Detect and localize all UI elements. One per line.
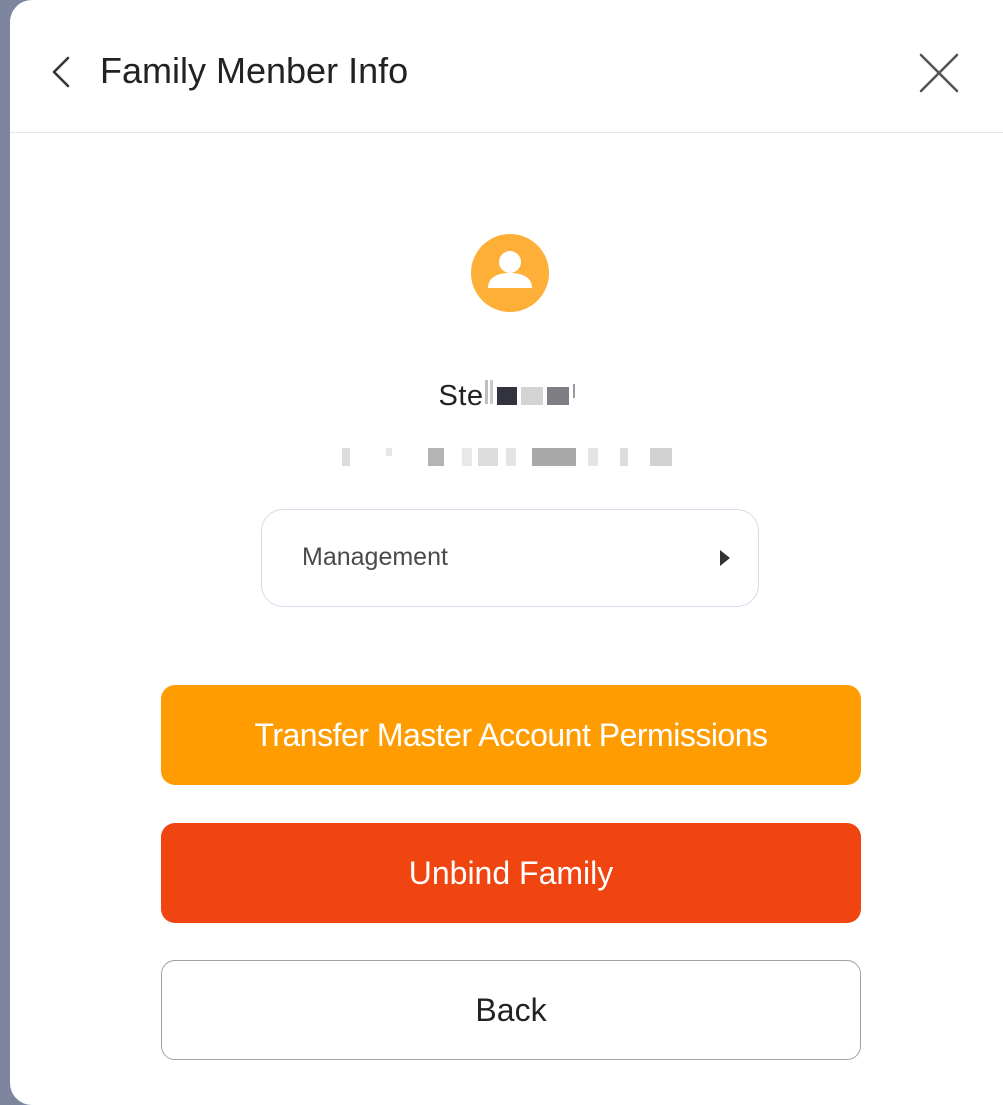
close-icon[interactable] [917,51,961,95]
page-title: Family Menber Info [100,50,409,91]
name-redaction [496,387,517,405]
email-redaction [477,448,498,466]
member-info-dialog: Family Menber Info Ste Management Transf… [10,0,1003,1105]
email-redaction [531,448,576,466]
user-avatar-icon [471,234,549,312]
email-redaction [649,448,672,466]
management-label: Management [302,543,448,571]
member-email [10,442,1003,472]
caret-right-icon [720,550,730,566]
chevron-left-icon[interactable] [42,52,82,92]
name-redaction [546,387,569,405]
name-redaction [489,380,493,404]
dialog-header: Family Menber Info [10,0,1003,133]
email-redaction [427,448,444,466]
email-redaction [505,448,516,466]
name-redaction [520,387,543,405]
email-redaction [341,448,350,466]
member-name-text: Ste [438,379,484,412]
email-redaction [461,448,472,466]
management-row[interactable]: Management [261,509,759,607]
name-redaction [572,384,575,398]
email-redaction [619,448,628,466]
back-button[interactable]: Back [161,960,861,1060]
name-redaction [484,380,488,404]
email-redaction [587,448,598,466]
email-redaction [385,448,392,456]
member-name: Ste [10,378,1003,414]
transfer-permissions-button[interactable]: Transfer Master Account Permissions [161,685,861,785]
unbind-family-button[interactable]: Unbind Family [161,823,861,923]
